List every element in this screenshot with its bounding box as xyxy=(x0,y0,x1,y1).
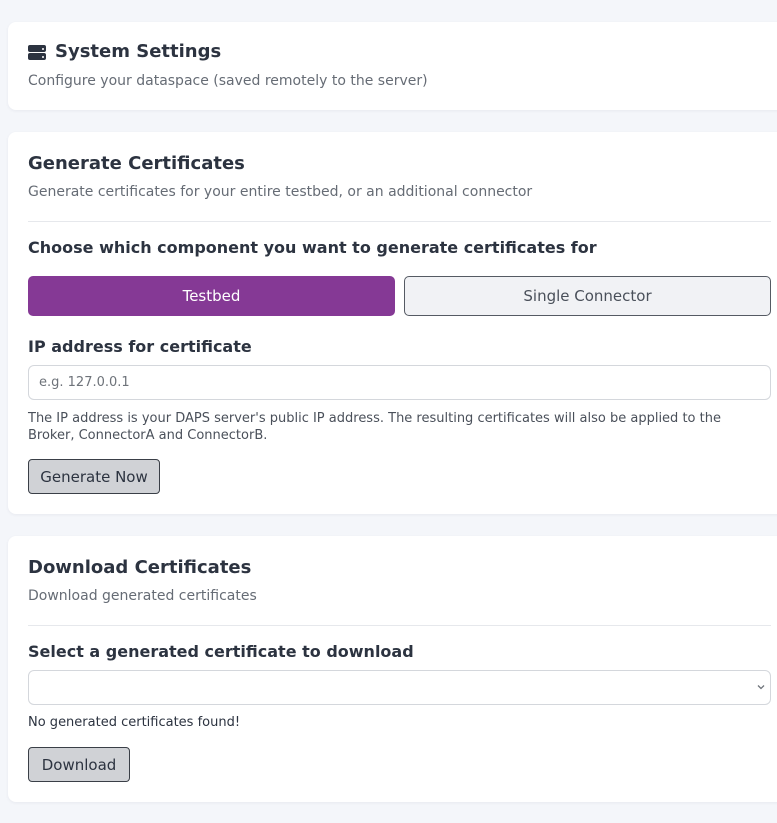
ip-address-label: IP address for certificate xyxy=(28,337,252,356)
settings-header-card: System Settings Configure your dataspace… xyxy=(8,22,777,110)
certificate-select[interactable] xyxy=(28,670,771,705)
single-connector-option-button[interactable]: Single Connector xyxy=(404,276,771,316)
download-certificates-card: Download Certificates Download generated… xyxy=(8,536,777,802)
download-button[interactable]: Download xyxy=(28,747,130,782)
ip-address-input[interactable] xyxy=(28,365,771,400)
page-subtitle: Configure your dataspace (saved remotely… xyxy=(28,73,428,89)
generate-now-button[interactable]: Generate Now xyxy=(28,459,160,494)
download-title: Download Certificates xyxy=(28,557,252,578)
generate-title: Generate Certificates xyxy=(28,153,245,174)
generate-subtitle: Generate certificates for your entire te… xyxy=(28,184,533,200)
ip-address-help: The IP address is your DAPS server's pub… xyxy=(28,411,721,443)
divider xyxy=(28,221,771,222)
server-icon xyxy=(28,44,46,61)
testbed-option-button[interactable]: Testbed xyxy=(28,276,395,316)
component-label: Choose which component you want to gener… xyxy=(28,238,597,257)
page-title: System Settings xyxy=(55,41,222,62)
select-certificate-label: Select a generated certificate to downlo… xyxy=(28,642,414,661)
download-subtitle: Download generated certificates xyxy=(28,588,257,604)
no-certificates-note: No generated certificates found! xyxy=(28,715,241,730)
generate-certificates-card: Generate Certificates Generate certifica… xyxy=(8,132,777,514)
chevron-down-icon xyxy=(757,685,765,690)
divider xyxy=(28,625,771,626)
